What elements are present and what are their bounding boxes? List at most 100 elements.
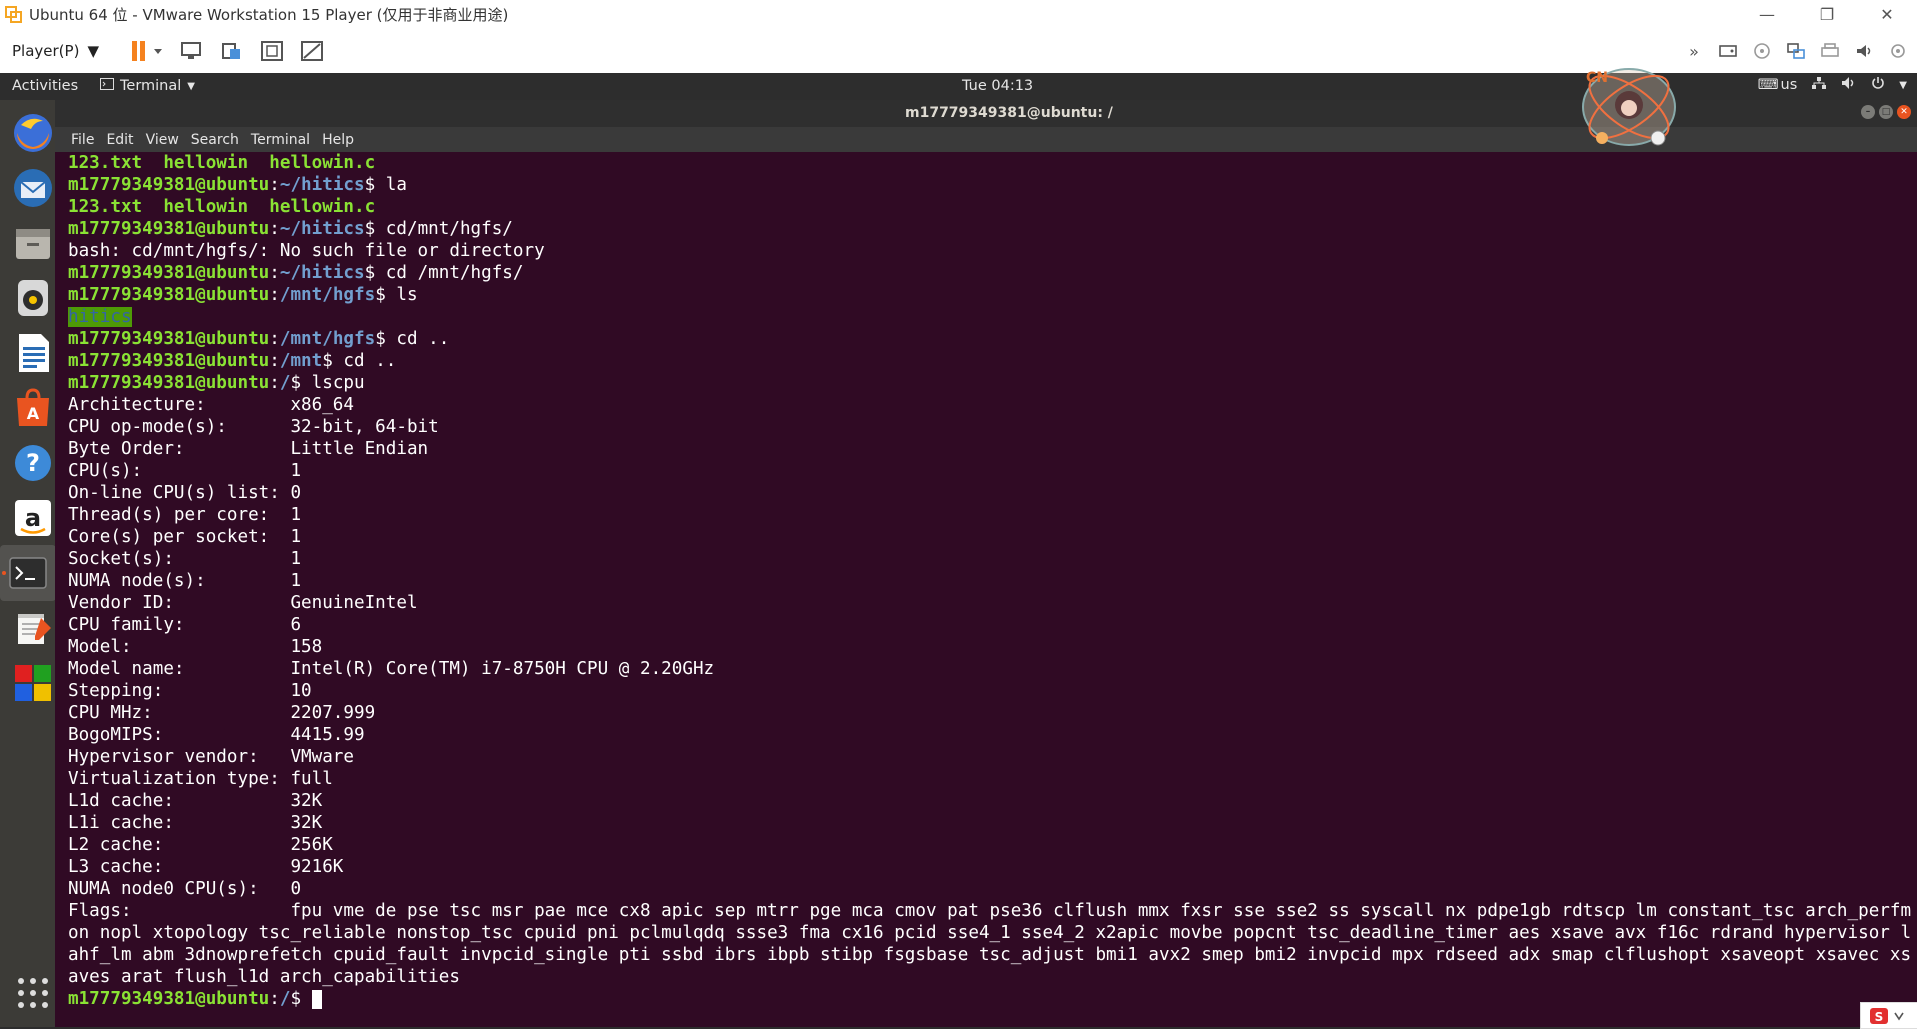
terminal-maximize-button[interactable]: □	[1879, 105, 1893, 119]
fullscreen-icon	[260, 41, 283, 61]
network-adapter-icon[interactable]	[1783, 36, 1809, 66]
help-icon: ?	[15, 445, 51, 481]
sound-card-icon[interactable]	[1851, 36, 1877, 66]
terminal-line: m17779349381@ubuntu:/$ lscpu	[68, 373, 365, 393]
terminal-line: bash: cd/mnt/hgfs/: No such file or dire…	[68, 241, 545, 261]
menu-search[interactable]: Search	[191, 132, 239, 148]
keyboard-layout-label: us	[1780, 77, 1798, 93]
menu-terminal[interactable]: Terminal	[251, 132, 310, 148]
lscpu-flags: Flags: fpu vme de pse tsc msr pae mce cx…	[68, 901, 1912, 987]
vmware-logo-icon	[3, 4, 25, 26]
terminal-line: 123.txt hellowin hellowin.c	[68, 197, 376, 217]
app-menu-terminal[interactable]: Terminal ▼	[100, 78, 195, 94]
svg-text:?: ?	[26, 449, 40, 477]
floating-badge[interactable]: CN	[1578, 60, 1680, 154]
lscpu-output: Architecture: x86_64 CPU op-mode(s): 32-…	[55, 394, 1917, 988]
restore-button[interactable]: ❐	[1797, 0, 1857, 29]
camera-icon[interactable]	[1885, 36, 1911, 66]
dock-thunderbird[interactable]	[5, 160, 61, 216]
dock-app-grid[interactable]	[5, 965, 61, 1021]
send-ctrl-alt-del-button[interactable]	[177, 36, 207, 66]
input-method-indicator[interactable]: S	[1860, 1002, 1917, 1029]
firefox-icon	[14, 114, 52, 152]
close-button[interactable]: ✕	[1857, 0, 1917, 29]
running-indicator	[2, 571, 6, 575]
menu-help[interactable]: Help	[322, 132, 354, 148]
pause-button[interactable]	[127, 36, 167, 66]
minimize-button[interactable]: —	[1737, 0, 1797, 29]
dock-text-editor[interactable]	[5, 600, 61, 656]
lscpu-line: Model: 158	[68, 637, 323, 657]
more-devices-icon[interactable]: »	[1681, 36, 1707, 66]
lscpu-line: Vendor ID: GenuineIntel	[68, 593, 418, 613]
activities-button[interactable]: Activities	[12, 78, 78, 94]
chevron-down-icon: ▼	[1899, 79, 1907, 91]
player-menu[interactable]: Player(P) ▼	[12, 42, 99, 60]
vmware-titlebar: Ubuntu 64 位 - VMware Workstation 15 Play…	[0, 0, 1917, 29]
hard-disk-icon[interactable]	[1715, 36, 1741, 66]
sogou-icon: S	[1870, 1007, 1904, 1024]
lscpu-line: On-line CPU(s) list: 0	[68, 483, 302, 503]
lscpu-line: Hypervisor vendor: VMware	[68, 747, 354, 767]
lscpu-line: Architecture: x86_64	[68, 395, 354, 415]
player-menu-label: Player(P)	[12, 42, 80, 60]
dock-unknown-app[interactable]	[5, 655, 61, 711]
lscpu-line: CPU MHz: 2207.999	[68, 703, 376, 723]
lscpu-line: CPU(s): 1	[68, 461, 302, 481]
lscpu-line: Socket(s): 1	[68, 549, 302, 569]
removable-devices-button[interactable]	[217, 36, 247, 66]
terminal-line: m17779349381@ubuntu:/mnt/hgfs$ cd ..	[68, 329, 450, 349]
unity-icon	[300, 41, 323, 61]
printer-icon[interactable]	[1817, 36, 1843, 66]
network-icon[interactable]	[1811, 76, 1827, 94]
system-tray[interactable]: ⌨ us ▼	[1758, 76, 1907, 94]
lscpu-line: Virtualization type: full	[68, 769, 333, 789]
app-grid-icon	[18, 978, 48, 1008]
dock-firefox[interactable]	[5, 105, 61, 161]
menu-edit[interactable]: Edit	[106, 132, 133, 148]
keyboard-layout[interactable]: ⌨ us	[1758, 77, 1798, 93]
chevron-down-icon: ▼	[87, 42, 99, 60]
terminal-line: 123.txt hellowin hellowin.c	[68, 153, 376, 173]
lscpu-line: Core(s) per socket: 1	[68, 527, 302, 547]
dock-help[interactable]: ?	[5, 435, 61, 491]
power-icon[interactable]	[1871, 76, 1885, 94]
highlighted-directory: hitics	[68, 307, 132, 327]
lscpu-line: Byte Order: Little Endian	[68, 439, 429, 459]
lscpu-line: NUMA node(s): 1	[68, 571, 302, 591]
dock-files[interactable]	[5, 215, 61, 271]
lscpu-line: BogoMIPS: 4415.99	[68, 725, 365, 745]
text-editor-icon	[18, 614, 51, 644]
clock[interactable]: Tue 04:13	[962, 78, 1033, 94]
terminal-body[interactable]: 123.txt hellowin hellowin.c m17779349381…	[55, 152, 1917, 1027]
fullscreen-button[interactable]	[257, 36, 287, 66]
lscpu-line: L1d cache: 32K	[68, 791, 323, 811]
volume-icon[interactable]	[1841, 76, 1857, 94]
terminal-minimize-button[interactable]: –	[1861, 105, 1875, 119]
svg-text:S: S	[1875, 1010, 1884, 1024]
menu-view[interactable]: View	[146, 132, 179, 148]
terminal-line: m17779349381@ubuntu:~/hitics$ cd/mnt/hgf…	[68, 219, 513, 239]
dock-terminal[interactable]	[0, 545, 56, 601]
unity-button[interactable]	[297, 36, 327, 66]
cd-dvd-icon[interactable]	[1749, 36, 1775, 66]
terminal-line: m17779349381@ubuntu:~/hitics$ la	[68, 175, 407, 195]
lscpu-line: NUMA node0 CPU(s): 0	[68, 879, 302, 899]
dock-amazon[interactable]: a	[5, 490, 61, 546]
app-menu-label: Terminal	[120, 78, 182, 94]
devices-icon	[221, 43, 240, 59]
text-cursor	[311, 989, 322, 1009]
dock-writer[interactable]	[5, 325, 61, 381]
lscpu-line: Model name: Intel(R) Core(TM) i7-8750H C…	[68, 659, 715, 679]
dock-rhythmbox[interactable]	[5, 270, 61, 326]
dock-software[interactable]: A	[5, 380, 61, 436]
lscpu-line: CPU op-mode(s): 32-bit, 64-bit	[68, 417, 439, 437]
terminal-line: hitics	[55, 306, 1917, 328]
svg-text:a: a	[25, 504, 41, 532]
menu-file[interactable]: File	[71, 132, 94, 148]
svg-text:A: A	[27, 404, 40, 423]
terminal-close-button[interactable]: ✕	[1897, 105, 1911, 119]
writer-icon	[19, 334, 49, 372]
pause-icon	[131, 41, 162, 61]
terminal-icon	[9, 557, 47, 589]
